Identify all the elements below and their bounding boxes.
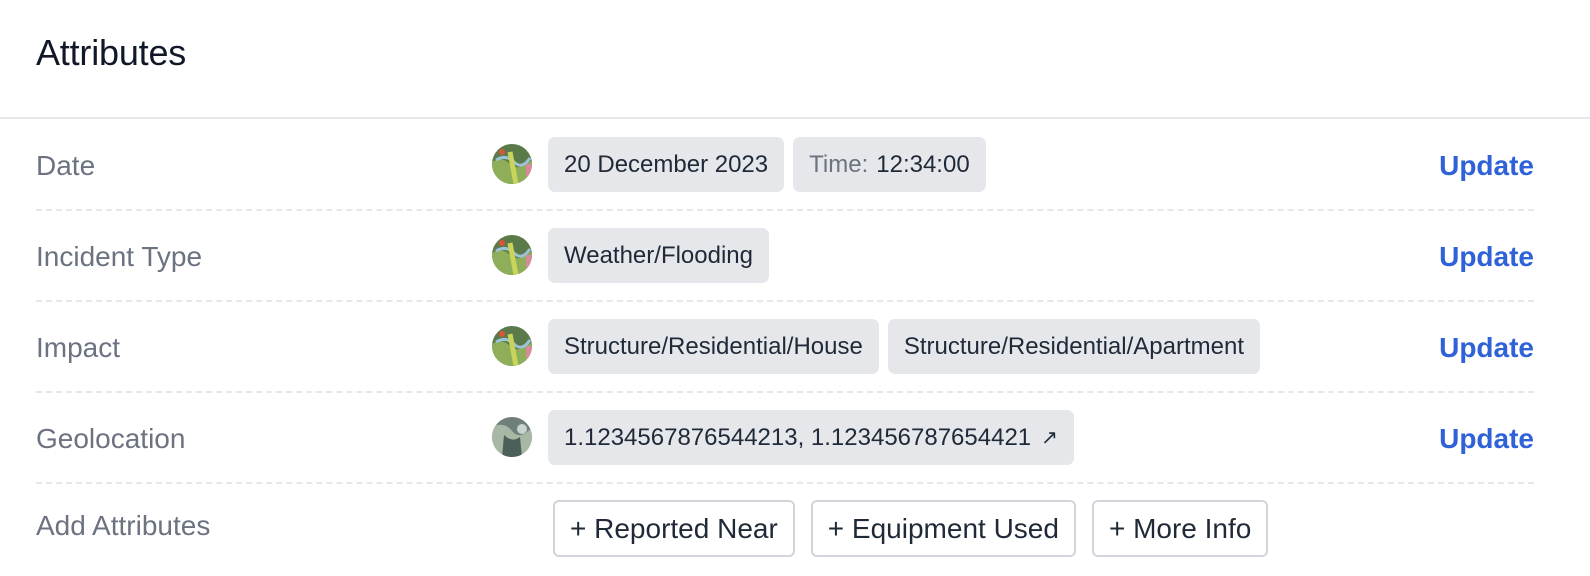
update-incident-type-link[interactable]: Update [1439, 241, 1534, 273]
update-impact-link[interactable]: Update [1439, 332, 1534, 364]
add-reported-near-button[interactable]: + Reported Near [553, 500, 795, 557]
geolocation-chip[interactable]: 1.1234567876544213, 1.123456787654421 ↗ [548, 410, 1074, 465]
attribute-label: Incident Type [36, 241, 203, 272]
user-avatar-icon [492, 235, 532, 275]
attribute-label: Impact [36, 332, 121, 363]
update-geolocation-link[interactable]: Update [1439, 423, 1534, 455]
add-attributes-row: Add Attributes + Reported Near + Equipme… [36, 484, 1534, 576]
attribute-row-incident-type: Incident Type Weather/Flooding Update [36, 211, 1534, 302]
attribute-values: Structure/Residential/House Structure/Re… [548, 319, 1260, 374]
attributes-header: Attributes [0, 0, 1590, 119]
incident-type-value: Weather/Flooding [564, 241, 753, 269]
attribute-row-impact: Impact Structure/Residential/House Struc… [36, 302, 1534, 393]
add-attributes-label: Add Attributes [36, 510, 211, 541]
attribute-row-date: Date 20 December 2023 Time: 12:34:00 Upda… [36, 120, 1534, 211]
attribute-values: 1.1234567876544213, 1.123456787654421 ↗ [548, 410, 1074, 465]
user-avatar-icon [492, 417, 532, 457]
time-prefix: Time: [809, 150, 869, 178]
impact-value: Structure/Residential/House [564, 332, 863, 360]
add-attribute-buttons: + Reported Near + Equipment Used + More … [553, 500, 1269, 557]
time-value: 12:34:00 [876, 150, 970, 178]
add-equipment-used-button[interactable]: + Equipment Used [810, 500, 1076, 557]
impact-chip[interactable]: Structure/Residential/Apartment [887, 319, 1260, 374]
page-title: Attributes [36, 32, 187, 73]
date-chip[interactable]: 20 December 2023 [548, 137, 785, 192]
attribute-values: 20 December 2023 Time: 12:34:00 [548, 137, 986, 192]
date-value: 20 December 2023 [564, 150, 769, 178]
impact-value: Structure/Residential/Apartment [903, 332, 1244, 360]
add-more-info-button[interactable]: + More Info [1091, 500, 1269, 557]
external-link-icon[interactable]: ↗ [1041, 425, 1058, 450]
geolocation-value: 1.1234567876544213, 1.123456787654421 [564, 423, 1032, 451]
impact-chip[interactable]: Structure/Residential/House [548, 319, 879, 374]
time-chip[interactable]: Time: 12:34:00 [793, 137, 986, 192]
user-avatar-icon [492, 144, 532, 184]
attribute-values: Weather/Flooding [548, 228, 769, 283]
attribute-row-geolocation: Geolocation 1.1234567876544213, 1.123456… [36, 393, 1534, 484]
update-date-link[interactable]: Update [1439, 150, 1534, 182]
attribute-label: Date [36, 150, 96, 181]
user-avatar-icon [492, 326, 532, 366]
attribute-label: Geolocation [36, 423, 186, 454]
incident-type-chip[interactable]: Weather/Flooding [548, 228, 769, 283]
attribute-list: Date 20 December 2023 Time: 12:34:00 Upda… [36, 120, 1534, 484]
